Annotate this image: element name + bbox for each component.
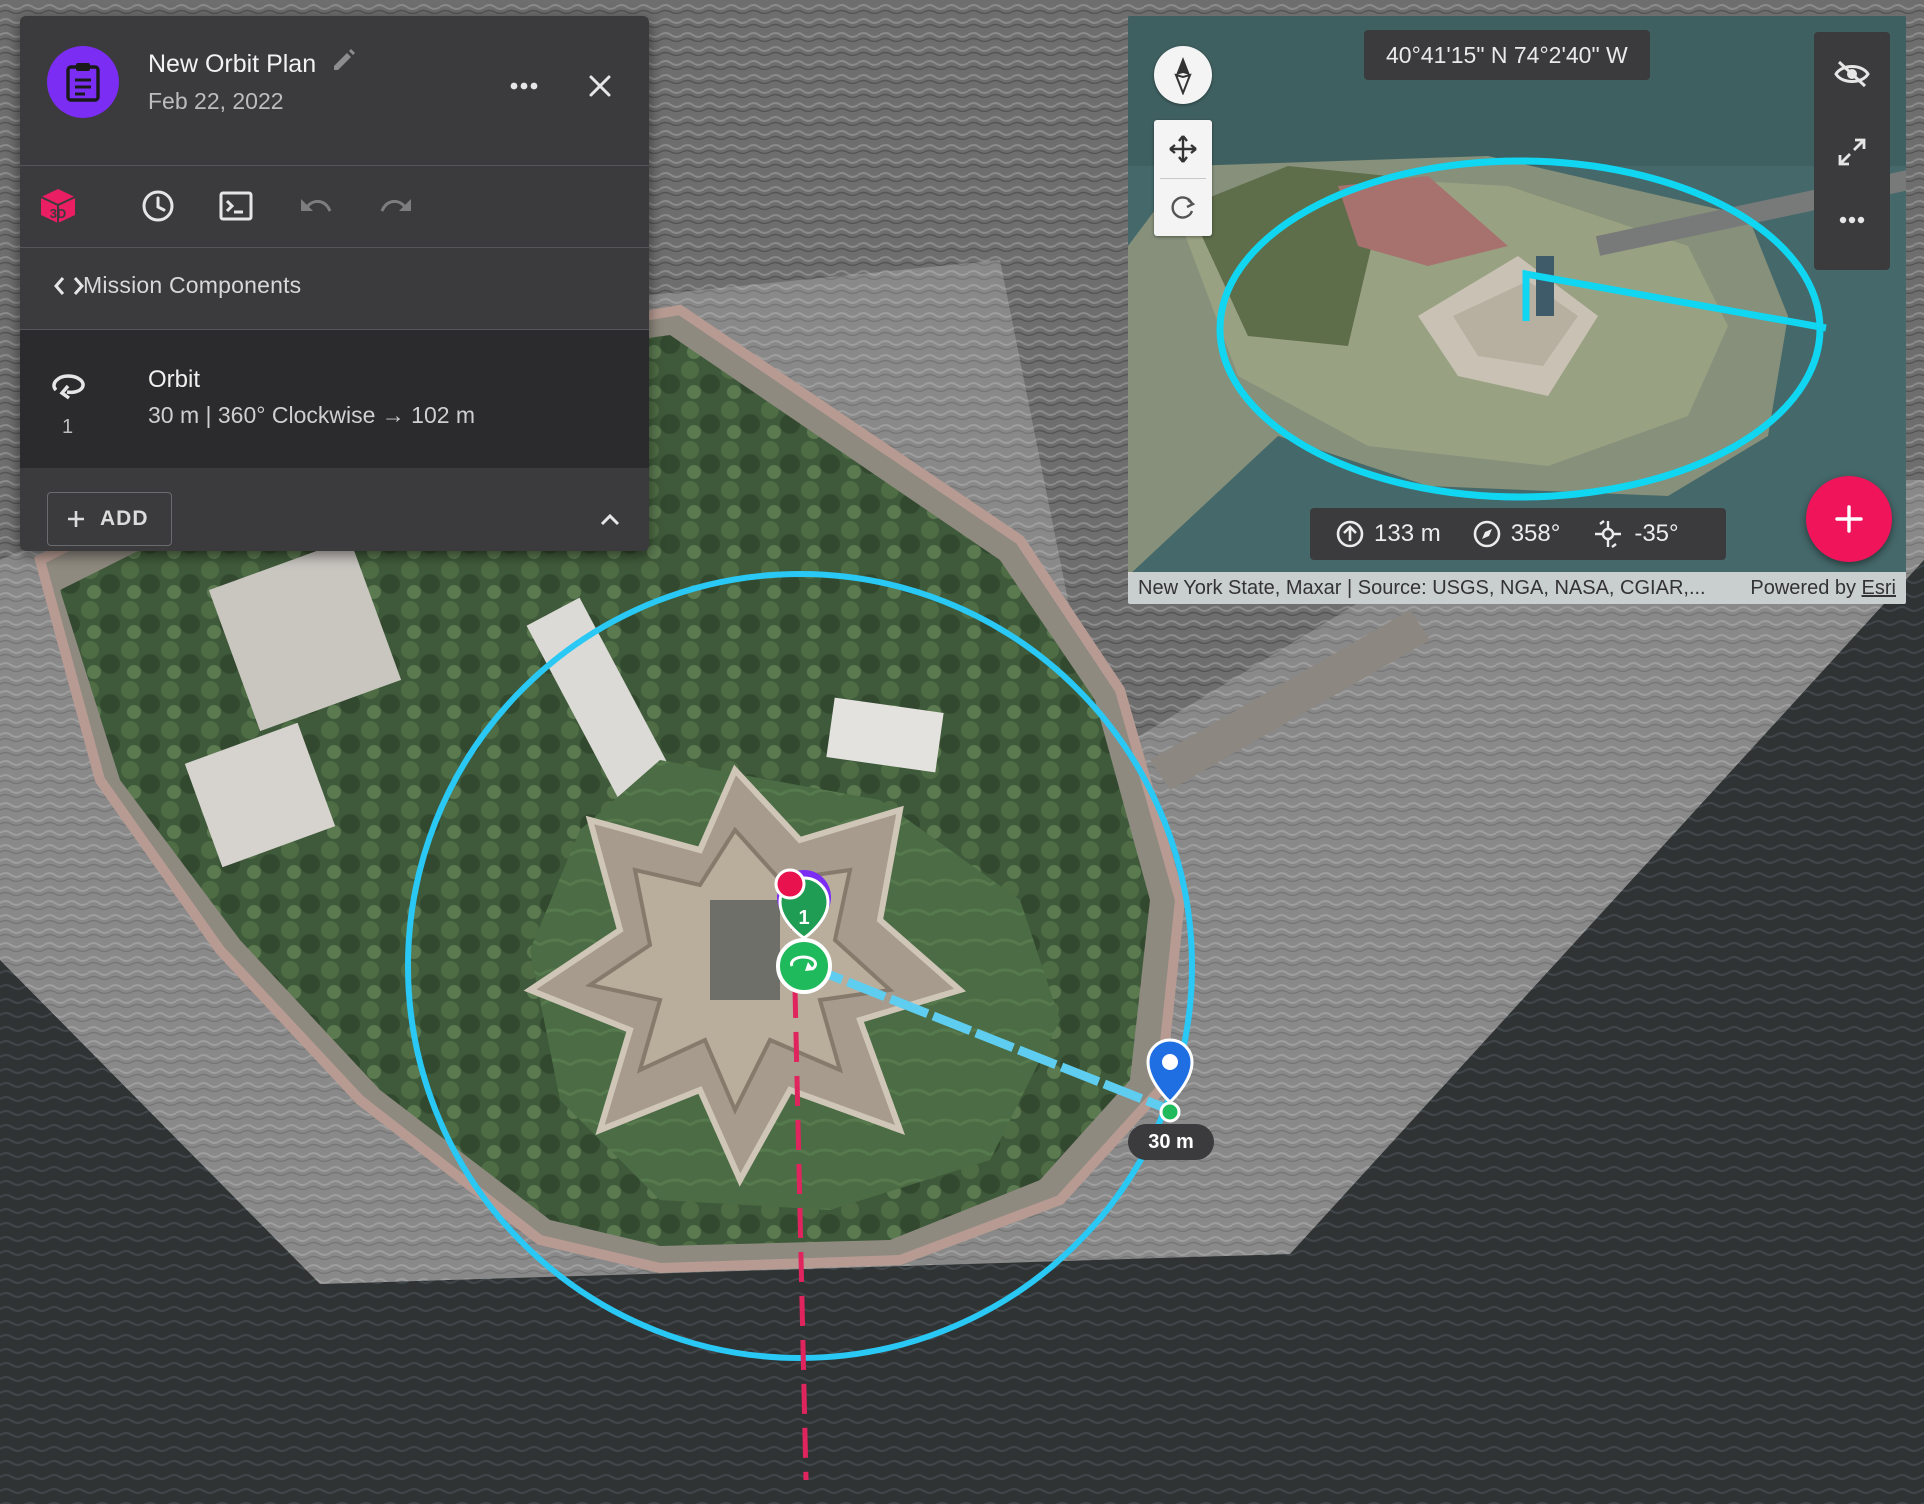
coordinates-readout: 40°41'15" N 74°2'40" W xyxy=(1364,30,1650,80)
compass-icon xyxy=(1174,57,1192,95)
pan-button[interactable] xyxy=(1154,120,1212,178)
svg-text:1: 1 xyxy=(798,907,809,929)
attribution-sources: New York State, Maxar | Source: USGS, NG… xyxy=(1138,576,1706,599)
undo-button[interactable] xyxy=(294,184,338,228)
telemetry-bar: 133 m 358° -35° xyxy=(1310,508,1726,560)
3d-view-button[interactable]: 3D xyxy=(36,184,80,228)
plan-date: Feb 22, 2022 xyxy=(148,88,284,114)
plan-header: New Orbit Plan Feb 22, 2022 xyxy=(20,16,649,150)
heading-stat: 358° xyxy=(1473,520,1561,548)
altitude-stat: 133 m xyxy=(1336,520,1441,548)
rotate-button[interactable] xyxy=(1154,178,1212,236)
gimbal-icon xyxy=(1595,520,1622,548)
redo-button[interactable] xyxy=(374,184,418,228)
undo-icon xyxy=(301,199,332,212)
plus-icon xyxy=(1835,505,1863,533)
gimbal-stat: -35° xyxy=(1592,518,1679,550)
mission-panel: New Orbit Plan Feb 22, 2022 3D Mission C… xyxy=(20,16,649,551)
terminal-icon xyxy=(219,191,253,221)
map-attribution: New York State, Maxar | Source: USGS, NG… xyxy=(1128,572,1906,604)
orbit-icon xyxy=(52,374,85,400)
radius-label: 30 m xyxy=(1128,1124,1214,1160)
hide-preview-button[interactable] xyxy=(1830,52,1874,96)
svg-text:3D: 3D xyxy=(50,206,67,221)
orbit-component-item[interactable]: 1 Orbit 30 m | 360° Clockwise → 102 m xyxy=(20,330,649,468)
heading-value: 358° xyxy=(1510,520,1561,547)
plus-icon xyxy=(68,511,84,527)
plan-title: New Orbit Plan xyxy=(148,50,317,78)
expand-preview-button[interactable] xyxy=(1830,130,1874,174)
redo-icon xyxy=(380,199,411,212)
gimbal-value: -35° xyxy=(1634,520,1679,547)
heading-compass-icon xyxy=(1473,520,1501,548)
orbit-detail: 30 m | 360° Clockwise → 102 m xyxy=(148,402,476,428)
clipboard-icon xyxy=(47,46,119,118)
chevron-up-icon xyxy=(600,513,620,526)
orbit-title: Orbit xyxy=(148,366,201,393)
powered-by-text: Powered by xyxy=(1750,576,1862,599)
preview-toolbar xyxy=(1814,32,1890,270)
edit-pencil-icon[interactable] xyxy=(330,46,356,72)
more-horizontal-icon xyxy=(510,82,538,90)
esri-link[interactable]: Esri xyxy=(1862,577,1896,599)
mission-components-header[interactable]: Mission Components xyxy=(20,248,649,328)
more-options-button[interactable] xyxy=(502,64,546,108)
more-horizontal-icon xyxy=(1839,216,1865,224)
terminal-button[interactable] xyxy=(214,184,258,228)
mission-components-label: Mission Components xyxy=(83,272,302,298)
compass-button[interactable] xyxy=(1154,46,1212,104)
expand-icon xyxy=(1838,138,1866,166)
move-arrows-icon xyxy=(1169,135,1197,163)
add-component-button[interactable]: ADD xyxy=(47,492,172,546)
close-button[interactable] xyxy=(578,64,622,108)
plan-toolbar: 3D xyxy=(20,166,649,246)
altitude-value: 133 m xyxy=(1374,520,1441,547)
3d-icon: 3D xyxy=(40,189,76,223)
3d-preview[interactable]: 40°41'15" N 74°2'40" W 133 m 358° -35° N… xyxy=(1128,16,1906,604)
code-brackets-icon xyxy=(54,277,84,295)
close-icon xyxy=(589,75,611,97)
navigation-controls xyxy=(1154,120,1212,236)
add-label: ADD xyxy=(100,507,149,530)
altitude-icon xyxy=(1336,520,1364,548)
add-fab-button[interactable] xyxy=(1806,476,1892,562)
powered-by: Powered by Esri xyxy=(1750,577,1896,600)
preview-more-button[interactable] xyxy=(1830,198,1874,242)
eye-off-icon xyxy=(1834,60,1870,88)
collapse-panel-button[interactable] xyxy=(592,502,628,538)
panel-footer: ADD xyxy=(20,468,649,551)
orbit-index: 1 xyxy=(62,416,74,438)
clock-icon xyxy=(142,190,174,222)
history-button[interactable] xyxy=(136,184,180,228)
rotate-icon xyxy=(1171,196,1196,219)
